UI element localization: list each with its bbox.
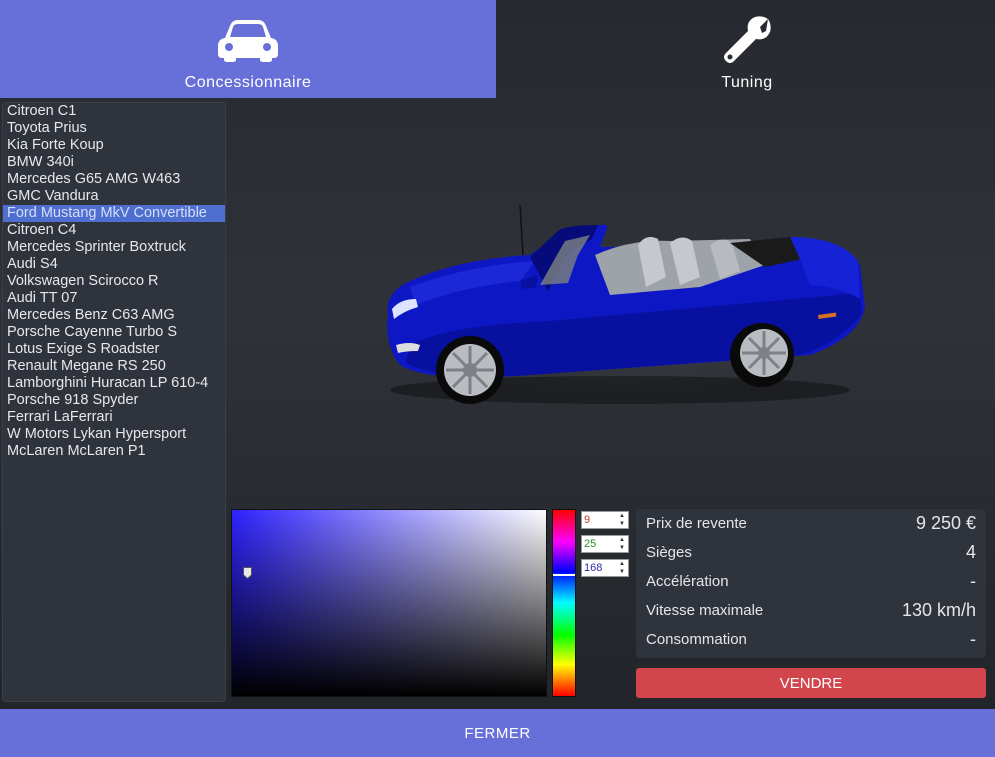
vehicle-list-item[interactable]: McLaren McLaren P1 [3,443,225,460]
stat-value: - [970,629,976,649]
vehicle-list-item[interactable]: Citroen C4 [3,222,225,239]
vehicle-list-item[interactable]: Porsche Cayenne Turbo S [3,324,225,341]
close-button[interactable]: FERMER [0,709,995,757]
vehicle-list-item[interactable]: GMC Vandura [3,188,225,205]
stat-acceleration: Accélération - [646,567,976,596]
stat-resale-price: Prix de revente 9 250 € [646,509,976,538]
stat-seats: Sièges 4 [646,538,976,567]
vehicle-list-item[interactable]: Ford Mustang MkV Convertible [3,205,225,222]
stat-label: Sièges [646,544,692,561]
blue-value-input[interactable]: 168 ▲ ▼ [581,559,629,577]
tab-label: Tuning [721,74,773,91]
stat-label: Vitesse maximale [646,602,764,619]
stat-value: 4 [965,542,976,562]
vehicle-list-item[interactable]: Citroen C1 [3,103,225,120]
vehicle-list-item[interactable]: W Motors Lykan Hypersport [3,426,225,443]
wrench-icon [720,12,774,68]
stat-label: Prix de revente [646,515,747,532]
vehicle-list-item[interactable]: Lotus Exige S Roadster [3,341,225,358]
red-stepper-icon[interactable]: ▲ ▼ [618,512,626,528]
vehicle-list-item[interactable]: Audi S4 [3,256,225,273]
tab-label: Concessionnaire [184,74,312,91]
vehicle-list-item[interactable]: Mercedes Sprinter Boxtruck [3,239,225,256]
red-value-input[interactable]: 9 ▲ ▼ [581,511,629,529]
vehicle-list-item[interactable]: Kia Forte Koup [3,137,225,154]
stat-label: Accélération [646,573,729,590]
tab-tuning[interactable]: Tuning [499,0,995,98]
stat-value: 130 km/h [901,600,976,620]
vehicle-list-item[interactable]: Volkswagen Scirocco R [3,273,225,290]
tab-dealership[interactable]: Concessionnaire [0,0,496,98]
hue-slider-handle[interactable] [553,574,575,576]
stat-value: 9 250 € [915,513,976,533]
vehicle-list-item[interactable]: BMW 340i [3,154,225,171]
vehicle-list-item[interactable]: Toyota Prius [3,120,225,137]
green-value-input[interactable]: 25 ▲ ▼ [581,535,629,553]
vehicle-list-item[interactable]: Renault Megane RS 250 [3,358,225,375]
vehicle-list-item[interactable]: Mercedes Benz C63 AMG [3,307,225,324]
stat-top-speed: Vitesse maximale 130 km/h [646,596,976,625]
stat-consumption: Consommation - [646,625,976,654]
green-value: 25 [584,538,597,550]
red-value: 9 [584,514,591,526]
vehicle-stats-panel: Prix de revente 9 250 € Sièges 4 Accélér… [636,509,986,658]
car-preview [370,195,880,415]
vehicle-list-item[interactable]: Ferrari LaFerrari [3,409,225,426]
stat-value: - [970,571,976,591]
color-picker-handle[interactable] [243,566,252,580]
hue-slider[interactable] [552,509,576,697]
blue-stepper-icon[interactable]: ▲ ▼ [618,560,626,576]
green-stepper-icon[interactable]: ▲ ▼ [618,536,626,552]
color-saturation-value-area[interactable] [231,509,547,697]
stat-label: Consommation [646,631,747,648]
vehicle-list-item[interactable]: Porsche 918 Spyder [3,392,225,409]
blue-value: 168 [584,562,603,574]
vehicle-list-item[interactable]: Mercedes G65 AMG W463 [3,171,225,188]
vehicle-list-item[interactable]: Audi TT 07 [3,290,225,307]
sell-button[interactable]: VENDRE [636,668,986,698]
vehicle-list-item[interactable]: Lamborghini Huracan LP 610-4 [3,375,225,392]
car-icon [216,12,280,68]
vehicle-list[interactable]: Citroen C1 Toyota Prius Kia Forte Koup BMW … [2,102,226,702]
